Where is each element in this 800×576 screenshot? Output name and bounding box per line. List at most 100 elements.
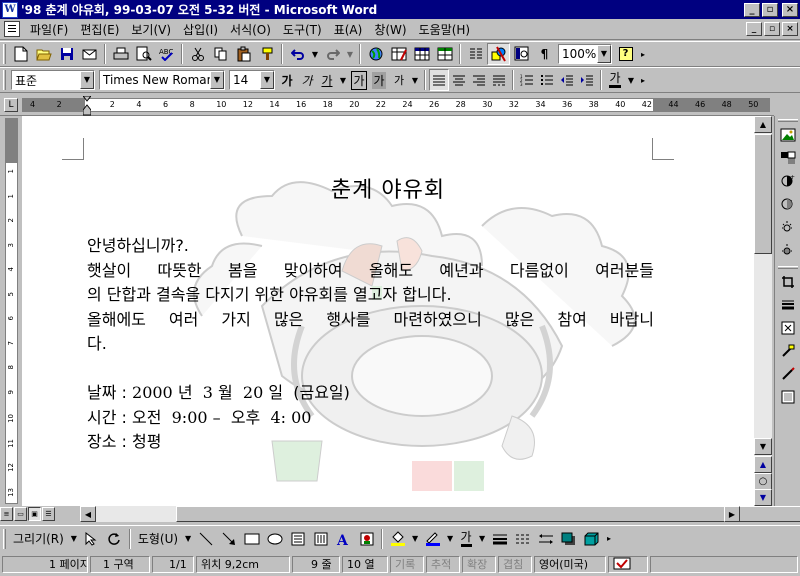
autoshapes-dropdown-icon[interactable]: ▼ [182, 528, 194, 550]
body-line[interactable]: 햇살이 따뜻한 봄을 맞이하여 올해도 예년과 다름없이 여러분들 [87, 259, 654, 284]
status-language[interactable]: 영어(미국) [534, 555, 606, 573]
email-icon[interactable] [78, 43, 101, 65]
underline-button[interactable]: 가 [317, 69, 337, 91]
format-painter-icon[interactable] [255, 43, 278, 65]
document-title[interactable]: 춘계 야유회 [22, 172, 754, 204]
text-box-icon[interactable] [286, 528, 309, 550]
rectangle-tool-icon[interactable] [240, 528, 263, 550]
more-buttons-icon[interactable]: ▸ [603, 528, 615, 550]
date-line[interactable]: 날짜 : 2000 년 3 월 20 일 (금요일) [87, 381, 654, 406]
text-wrapping-icon[interactable] [777, 317, 799, 339]
font-color-button[interactable]: 가 [605, 69, 625, 91]
status-ext[interactable]: 확장 [462, 555, 496, 573]
body-line[interactable]: 다. [87, 332, 654, 357]
vertical-text-box-icon[interactable] [309, 528, 332, 550]
document-map-icon[interactable] [510, 43, 533, 65]
copy-icon[interactable] [209, 43, 232, 65]
body-line[interactable]: 올해에도 여러 가지 많은 행사를 마련하였으니 많은 참여 바랍니 [87, 308, 654, 333]
indent-marker-icon[interactable] [83, 96, 91, 116]
align-center-button[interactable] [449, 69, 469, 91]
menu-edit[interactable]: 편집(E) [74, 21, 125, 38]
document-page[interactable]: 춘계 야유회 안녕하십니까?. 햇살이 따뜻한 봄을 맞이하여 올해도 예년과 … [22, 116, 754, 506]
insert-excel-icon[interactable] [433, 43, 456, 65]
new-document-icon[interactable] [9, 43, 32, 65]
toolbar-grip[interactable] [3, 528, 6, 549]
reset-picture-icon[interactable] [777, 386, 799, 408]
status-ovr[interactable]: 겹침 [498, 555, 532, 573]
ruler-track[interactable]: 4 2 2 4 6 8 10 12 14 16 18 20 22 24 26 28 30 32 34 36 38 40 42… [22, 96, 770, 116]
columns-icon[interactable] [464, 43, 487, 65]
tables-borders-icon[interactable] [387, 43, 410, 65]
wordart-icon[interactable]: A [332, 528, 355, 550]
fill-color-dropdown-icon[interactable]: ▼ [409, 528, 421, 550]
font-size-select[interactable]: 14 ▼ [229, 70, 275, 90]
decrease-indent-button[interactable] [557, 69, 577, 91]
char-border-button[interactable]: 가 [349, 69, 369, 91]
doc-close-button[interactable]: × [782, 22, 798, 36]
close-button[interactable]: × [782, 2, 798, 17]
drawing-icon[interactable] [487, 43, 510, 65]
clip-art-icon[interactable] [355, 528, 378, 550]
normal-view-icon[interactable]: ≡ [0, 507, 13, 521]
3d-icon[interactable] [580, 528, 603, 550]
more-buttons-icon[interactable]: ▸ [637, 69, 649, 91]
menu-file[interactable]: 파일(F) [24, 21, 74, 38]
insert-picture-icon[interactable] [777, 124, 799, 146]
select-objects-icon[interactable] [80, 528, 103, 550]
redo-icon[interactable] [321, 43, 344, 65]
phonetic-dropdown-icon[interactable]: ▼ [409, 69, 421, 91]
line-style-button-icon[interactable] [488, 528, 511, 550]
set-transparent-icon[interactable] [777, 363, 799, 385]
draw-menu-button[interactable]: 그리기(R) [9, 530, 68, 547]
image-control-icon[interactable] [777, 147, 799, 169]
horizontal-scroll-thumb[interactable] [176, 506, 800, 522]
draw-dropdown-icon[interactable]: ▼ [68, 528, 80, 550]
dash-style-icon[interactable] [511, 528, 534, 550]
restore-button[interactable]: ▫ [762, 2, 778, 17]
document-body[interactable]: 안녕하십니까?. 햇살이 따뜻한 봄을 맞이하여 올해도 예년과 다름없이 여러… [87, 234, 654, 455]
status-rec[interactable]: 기록 [390, 555, 424, 573]
chevron-down-icon[interactable]: ▼ [260, 71, 274, 89]
line-tool-icon[interactable] [194, 528, 217, 550]
web-toolbar-icon[interactable] [364, 43, 387, 65]
toolbar-grip[interactable] [3, 70, 6, 90]
vertical-scrollbar[interactable]: ▲ ▼ ▲ ○ ▼ [754, 116, 772, 506]
more-brightness-icon[interactable] [777, 216, 799, 238]
word-app-icon[interactable]: W [2, 1, 18, 18]
toolbar-grip[interactable] [3, 44, 6, 64]
doc-minimize-button[interactable]: _ [746, 22, 762, 36]
print-layout-view-icon[interactable]: ▣ [28, 507, 41, 521]
drawing-font-color-dropdown-icon[interactable]: ▼ [476, 528, 488, 550]
redo-dropdown-icon[interactable]: ▼ [344, 43, 356, 65]
arrow-style-icon[interactable] [534, 528, 557, 550]
tab-selector-icon[interactable]: L [4, 98, 18, 112]
more-buttons-icon[interactable]: ▸ [637, 43, 649, 65]
next-page-icon[interactable]: ▼ [754, 489, 772, 506]
document-icon[interactable] [4, 21, 20, 37]
show-hide-icon[interactable]: ¶ [533, 43, 556, 65]
less-contrast-icon[interactable]: - [777, 193, 799, 215]
menu-help[interactable]: 도움말(H) [413, 21, 477, 38]
chevron-down-icon[interactable]: ▼ [597, 45, 611, 63]
menu-window[interactable]: 창(W) [368, 21, 412, 38]
less-brightness-icon[interactable] [777, 239, 799, 261]
shadow-icon[interactable] [557, 528, 580, 550]
place-line[interactable]: 장소 : 청평 [87, 430, 654, 455]
oval-tool-icon[interactable] [263, 528, 286, 550]
spelling-icon[interactable]: ABC [155, 43, 178, 65]
numbering-button[interactable]: 123 [517, 69, 537, 91]
paste-icon[interactable] [232, 43, 255, 65]
char-shading-button[interactable]: 가 [369, 69, 389, 91]
web-layout-view-icon[interactable]: ▭ [14, 507, 27, 521]
greeting-line[interactable]: 안녕하십니까?. [87, 234, 654, 259]
cut-icon[interactable] [186, 43, 209, 65]
font-select[interactable]: Times New Roman ▼ [99, 70, 225, 90]
arrow-tool-icon[interactable] [217, 528, 240, 550]
justify-button[interactable] [429, 69, 449, 91]
increase-indent-button[interactable] [577, 69, 597, 91]
body-line[interactable]: 의 단합과 결속을 다지기 위한 야유회를 열고자 합니다. [87, 283, 654, 308]
undo-icon[interactable] [286, 43, 309, 65]
doc-restore-button[interactable]: ▫ [764, 22, 780, 36]
crop-icon[interactable] [777, 271, 799, 293]
previous-page-icon[interactable]: ▲ [754, 456, 772, 473]
